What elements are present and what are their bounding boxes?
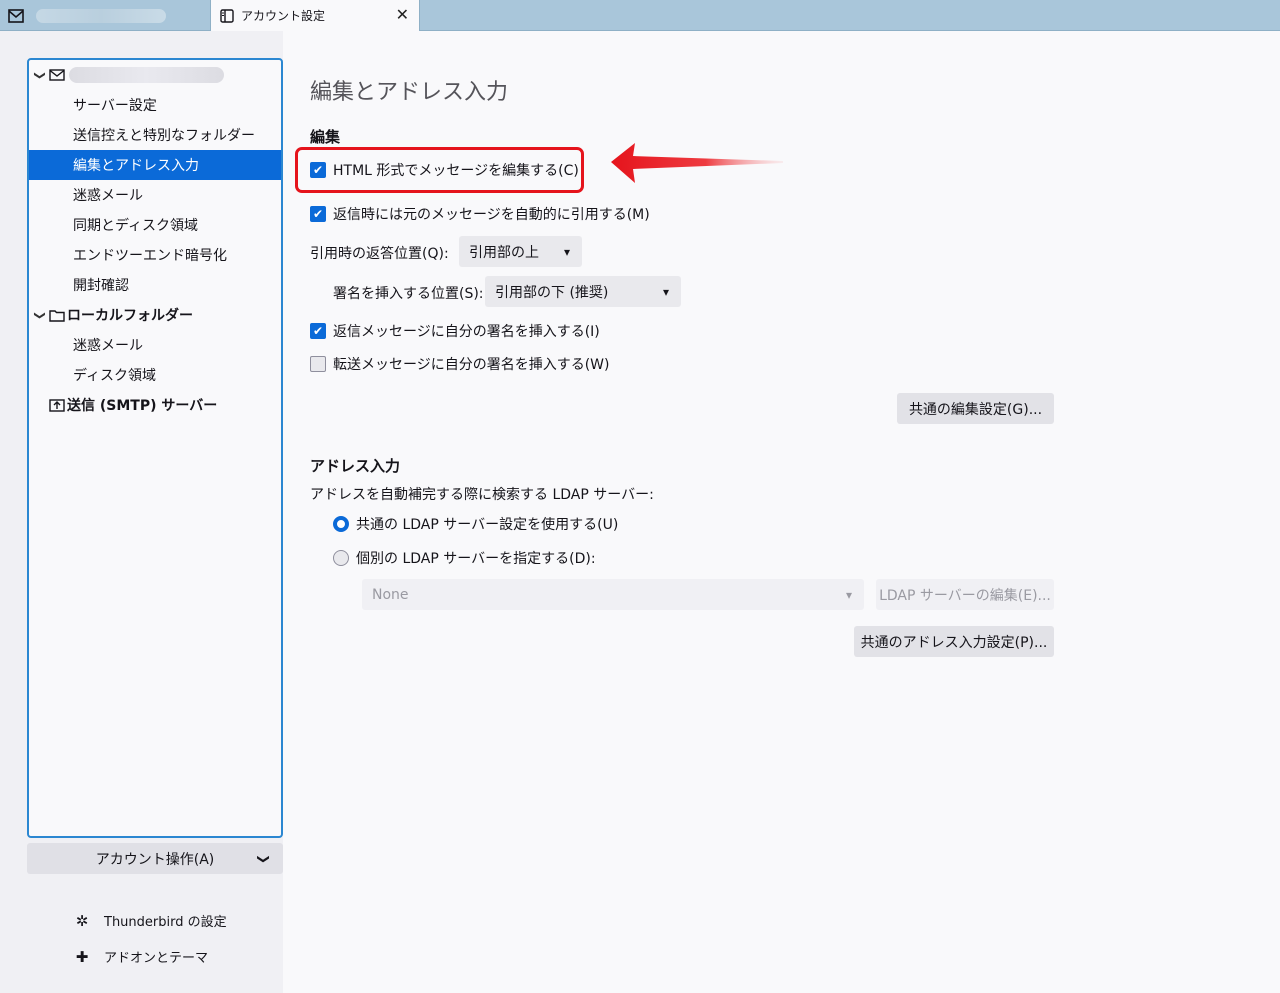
- sig-reply-label: 返信メッセージに自分の署名を挿入する(I): [333, 324, 600, 340]
- sidebar-item-label: 迷惑メール: [73, 338, 143, 354]
- account-sidebar: ❯ サーバー設定 送信控えと特別なフォルダー 編集とアドレス入力 迷惑メール 同期とディ…: [0, 31, 283, 993]
- sidebar-item-label: サーバー設定: [73, 98, 157, 114]
- chevron-down-icon: ▾: [845, 587, 852, 602]
- puzzle-icon: ✚: [75, 947, 89, 966]
- sidebar-item-label: 送信控えと特別なフォルダー: [73, 128, 255, 144]
- account-actions-label: アカウント操作(A): [95, 851, 215, 868]
- account-name-redacted: [69, 67, 224, 83]
- settings-link-label: Thunderbird の設定: [104, 915, 227, 930]
- smtp-label: 送信 (SMTP) サーバー: [67, 398, 218, 414]
- chevron-down-icon: ▾: [563, 244, 570, 259]
- auto-quote-label: 返信時には元のメッセージを自動的に引用する(M): [333, 207, 650, 223]
- edit-ldap-server-button[interactable]: LDAP サーバーの編集(E)...: [876, 579, 1054, 610]
- sidebar-item-label: 同期とディスク領域: [73, 218, 199, 234]
- chevron-down-icon[interactable]: ❯: [34, 308, 47, 322]
- sidebar-item-account-5[interactable]: エンドツーエンド暗号化: [29, 240, 281, 270]
- sig-reply-checkbox-row[interactable]: ✔ 返信メッセージに自分の署名を挿入する(I): [310, 321, 600, 341]
- sidebar-item-account-6[interactable]: 開封確認: [29, 270, 281, 300]
- local-folders-label: ローカルフォルダー: [67, 308, 193, 324]
- reply-position-select[interactable]: 引用部の上 ▾: [459, 236, 582, 267]
- use-specific-ldap-label: 個別の LDAP サーバーを指定する(D):: [356, 551, 596, 567]
- global-compose-settings-button[interactable]: 共通の編集設定(G)...: [897, 393, 1054, 424]
- ldap-server-select[interactable]: None ▾: [362, 579, 864, 610]
- sidebar-item-local-1[interactable]: ディスク領域: [29, 360, 281, 390]
- sidebar-item-label: 開封確認: [73, 278, 129, 294]
- annotation-arrow: [611, 143, 783, 183]
- sidebar-item-label: ディスク領域: [73, 368, 157, 384]
- sig-reply-checkbox[interactable]: ✔: [310, 323, 326, 339]
- tab-title: アカウント設定: [241, 9, 326, 23]
- tree-account-row[interactable]: ❯: [29, 60, 281, 90]
- sidebar-item-label: エンドツーエンド暗号化: [73, 248, 227, 264]
- sig-forward-checkbox[interactable]: [310, 356, 326, 372]
- tree-local-folders[interactable]: ❯ ローカルフォルダー: [29, 300, 281, 330]
- use-global-ldap-radio[interactable]: [333, 516, 349, 532]
- thunderbird-settings-link[interactable]: ✲ Thunderbird の設定: [72, 911, 227, 931]
- addons-themes-link[interactable]: ✚ アドオンとテーマ: [72, 947, 209, 967]
- page-title: 編集とアドレス入力: [310, 80, 509, 105]
- sidebar-item-label: 迷惑メール: [73, 188, 143, 204]
- addons-link-label: アドオンとテーマ: [104, 951, 209, 966]
- gear-icon: ✲: [75, 911, 89, 930]
- mail-icon: [8, 8, 24, 23]
- signature-position-select[interactable]: 引用部の下 (推奨) ▾: [485, 276, 681, 307]
- global-addressing-settings-button[interactable]: 共通のアドレス入力設定(P)...: [854, 626, 1054, 657]
- settings-pane: 編集とアドレス入力 編集 ✔ HTML 形式でメッセージを編集する(C) ✔ 返…: [283, 31, 1280, 993]
- use-global-ldap-radio-row[interactable]: 共通の LDAP サーバー設定を使用する(U): [333, 514, 618, 534]
- sig-forward-label: 転送メッセージに自分の署名を挿入する(W): [333, 357, 610, 373]
- addressing-heading: アドレス入力: [310, 457, 401, 475]
- chevron-down-icon: ▾: [662, 284, 669, 299]
- sidebar-item-account-4[interactable]: 同期とディスク領域: [29, 210, 281, 240]
- sidebar-item-account-0[interactable]: サーバー設定: [29, 90, 281, 120]
- sig-forward-checkbox-row[interactable]: 転送メッセージに自分の署名を挿入する(W): [310, 354, 610, 374]
- use-specific-ldap-radio-row[interactable]: 個別の LDAP サーバーを指定する(D):: [333, 548, 596, 568]
- annotation-highlight-box: [295, 147, 584, 193]
- sidebar-item-account-1[interactable]: 送信控えと特別なフォルダー: [29, 120, 281, 150]
- mail-icon: [49, 69, 65, 81]
- tab-strip: アカウント設定 ✕: [0, 0, 1280, 31]
- chevron-down-icon: ❯: [256, 853, 271, 864]
- ldap-server-value: None: [372, 586, 409, 603]
- account-settings-tab-icon: [220, 8, 234, 23]
- account-tree[interactable]: ❯ サーバー設定 送信控えと特別なフォルダー 編集とアドレス入力 迷惑メール 同期とディ…: [27, 58, 283, 838]
- tab-mail[interactable]: [0, 0, 210, 31]
- smtp-icon: [49, 399, 65, 412]
- compose-heading: 編集: [310, 128, 341, 146]
- ldap-description: アドレスを自動補完する際に検索する LDAP サーバー:: [310, 487, 654, 503]
- close-icon[interactable]: ✕: [396, 6, 409, 24]
- reply-position-value: 引用部の上: [469, 244, 539, 261]
- tab-account-settings[interactable]: アカウント設定 ✕: [210, 0, 420, 31]
- auto-quote-checkbox[interactable]: ✔: [310, 206, 326, 222]
- signature-position-label: 署名を挿入する位置(S):: [333, 286, 484, 302]
- auto-quote-checkbox-row[interactable]: ✔ 返信時には元のメッセージを自動的に引用する(M): [310, 204, 650, 224]
- folder-icon: [49, 309, 65, 322]
- sidebar-item-label: 編集とアドレス入力: [73, 158, 199, 174]
- use-global-ldap-label: 共通の LDAP サーバー設定を使用する(U): [356, 517, 619, 533]
- mail-tab-title-redacted: [36, 8, 166, 23]
- account-actions-button[interactable]: アカウント操作(A) ❯: [27, 843, 283, 874]
- signature-position-value: 引用部の下 (推奨): [495, 284, 609, 301]
- sidebar-item-account-3[interactable]: 迷惑メール: [29, 180, 281, 210]
- sidebar-item-account-2[interactable]: 編集とアドレス入力: [29, 150, 281, 180]
- chevron-down-icon[interactable]: ❯: [34, 68, 47, 82]
- reply-position-label: 引用時の返答位置(Q):: [310, 246, 449, 262]
- use-specific-ldap-radio[interactable]: [333, 550, 349, 566]
- tree-smtp-server[interactable]: 送信 (SMTP) サーバー: [29, 390, 281, 420]
- sidebar-item-local-0[interactable]: 迷惑メール: [29, 330, 281, 360]
